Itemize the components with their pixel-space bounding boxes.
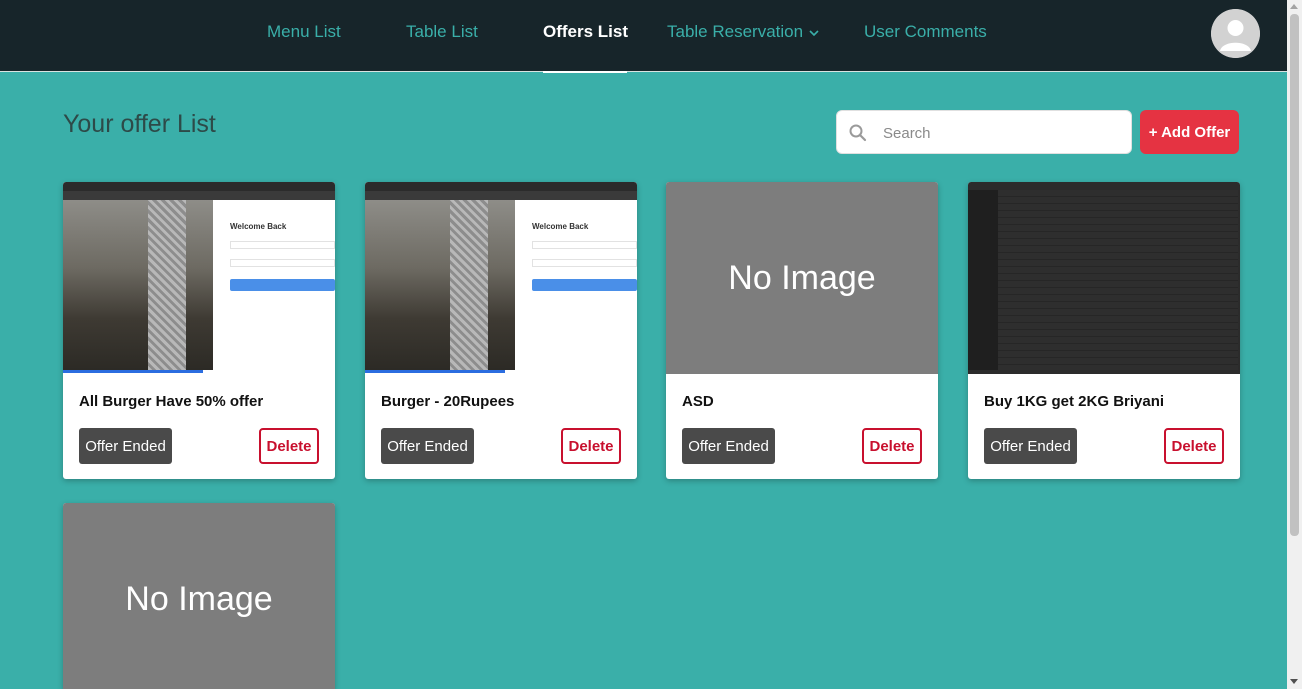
offer-card: Welcome Back Burger - 20Rupees Offer End… xyxy=(365,182,637,479)
search-icon xyxy=(849,124,867,142)
thumbnail-welcome-text: Welcome Back xyxy=(532,222,589,231)
scroll-down-arrow-icon[interactable] xyxy=(1290,679,1298,684)
delete-offer-button[interactable]: Delete xyxy=(561,428,621,464)
nav-user-comments[interactable]: User Comments xyxy=(864,22,987,42)
offer-image: Welcome Back xyxy=(365,182,637,374)
nav-table-reservation[interactable]: Table Reservation xyxy=(667,22,819,42)
offer-ended-button[interactable]: Offer Ended xyxy=(682,428,775,464)
delete-offer-button[interactable]: Delete xyxy=(1164,428,1224,464)
chevron-down-icon xyxy=(809,29,819,36)
nav-table-list[interactable]: Table List xyxy=(406,22,478,42)
offer-title: ASD xyxy=(682,393,714,410)
user-icon xyxy=(1211,9,1260,58)
offer-title: All Burger Have 50% offer xyxy=(79,393,264,410)
offer-ended-button[interactable]: Offer Ended xyxy=(381,428,474,464)
offer-image: Welcome Back xyxy=(63,182,335,374)
active-tab-indicator xyxy=(543,71,627,73)
search-input[interactable] xyxy=(883,121,1123,145)
nav-offers-list[interactable]: Offers List xyxy=(543,22,628,42)
delete-offer-button[interactable]: Delete xyxy=(862,428,922,464)
add-offer-button[interactable]: + Add Offer xyxy=(1140,110,1239,154)
offer-image xyxy=(968,182,1240,374)
offer-title: Burger - 20Rupees xyxy=(381,393,515,410)
no-image-placeholder: No Image xyxy=(666,182,938,374)
page-title: Your offer List xyxy=(63,110,216,138)
offer-ended-button[interactable]: Offer Ended xyxy=(984,428,1077,464)
offer-card: Welcome Back All Burger Have 50% offer O… xyxy=(63,182,335,479)
user-avatar[interactable] xyxy=(1211,9,1260,58)
search-box[interactable] xyxy=(836,110,1132,154)
offer-card: No Image xyxy=(63,503,335,689)
no-image-placeholder: No Image xyxy=(63,503,335,689)
nav-table-reservation-label: Table Reservation xyxy=(667,22,804,41)
offer-card: Buy 1KG get 2KG Briyani Offer Ended Dele… xyxy=(968,182,1240,479)
top-navbar: Menu List Table List Offers List Table R… xyxy=(0,0,1287,73)
offer-ended-button[interactable]: Offer Ended xyxy=(79,428,172,464)
thumbnail-welcome-text: Welcome Back xyxy=(230,222,287,231)
page-scrollbar[interactable] xyxy=(1287,0,1302,689)
offer-card: No Image ASD Offer Ended Delete xyxy=(666,182,938,479)
nav-menu-list[interactable]: Menu List xyxy=(267,22,341,42)
delete-offer-button[interactable]: Delete xyxy=(259,428,319,464)
offer-title: Buy 1KG get 2KG Briyani xyxy=(984,393,1165,410)
scrollbar-thumb[interactable] xyxy=(1290,14,1299,536)
scroll-up-arrow-icon[interactable] xyxy=(1290,4,1298,9)
